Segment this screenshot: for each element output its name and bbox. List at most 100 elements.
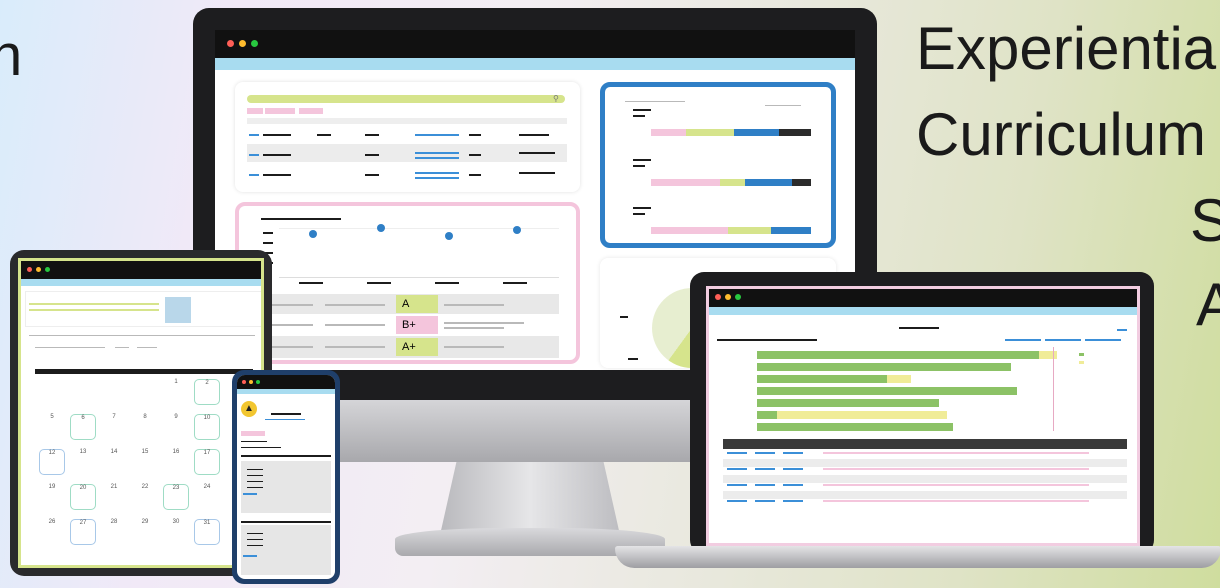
tag-chip[interactable] [241,431,265,436]
cell-line [325,324,385,326]
cell-link[interactable] [415,177,459,179]
table-header-row [247,118,567,124]
search-icon[interactable]: ⚲ [553,94,559,103]
cell-link[interactable] [755,452,775,454]
cell-link[interactable] [415,172,459,174]
calendar-day[interactable]: 1 [163,379,189,405]
chart-point[interactable] [309,230,317,238]
cell-link[interactable] [783,452,803,454]
table-row[interactable] [723,475,1127,483]
calendar-day[interactable]: 21 [101,484,127,510]
tab-link[interactable] [1117,329,1127,331]
chart-bar[interactable] [757,351,1039,359]
chart-bar[interactable] [757,375,887,383]
cell-link[interactable] [755,468,775,470]
window-maximize-dot[interactable] [256,380,260,384]
progress-panel [600,82,836,248]
cell-link[interactable] [727,500,747,502]
chart-bar[interactable] [757,387,1017,395]
cell-link[interactable] [727,468,747,470]
cell-line [444,327,504,329]
cell-link[interactable] [415,152,459,154]
card-link[interactable] [243,555,257,557]
window-maximize-dot[interactable] [45,267,50,272]
calendar-day[interactable]: 23 [163,484,189,510]
tab-link[interactable] [1045,339,1081,341]
cell-link[interactable] [755,484,775,486]
cell-link[interactable] [415,134,459,136]
cell-link[interactable] [783,484,803,486]
table-row[interactable] [723,491,1127,499]
search-bar[interactable] [247,95,565,103]
calendar-day[interactable]: 9 [163,414,189,440]
calendar-day[interactable]: 16 [163,449,189,475]
calendar-day[interactable]: 22 [132,484,158,510]
tab-link[interactable] [1005,339,1041,341]
chart-point[interactable] [445,232,453,240]
cell-line [444,322,524,324]
chart-bar[interactable] [757,423,953,431]
calendar-day[interactable]: 28 [101,519,127,545]
avatar[interactable] [165,297,191,323]
window-minimize-dot[interactable] [249,380,253,384]
chart-bar[interactable] [1039,351,1057,359]
cell-line [365,174,379,176]
calendar-day[interactable]: 24 [194,484,220,510]
calendar-day[interactable]: 5 [39,414,65,440]
calendar-day[interactable]: 26 [39,519,65,545]
table-row[interactable] [723,459,1127,467]
cell-link[interactable] [783,500,803,502]
cell-link[interactable] [727,484,747,486]
calendar-day[interactable]: 31 [194,519,220,545]
cell-link[interactable] [783,468,803,470]
window-close-dot[interactable] [27,267,32,272]
calendar-day[interactable]: 30 [163,519,189,545]
label-line [633,109,651,111]
window-close-dot[interactable] [242,380,246,384]
calendar-day[interactable]: 2 [194,379,220,405]
chart-bar[interactable] [757,399,939,407]
window-close-dot[interactable] [227,40,234,47]
calendar-day[interactable]: 27 [70,519,96,545]
card-link[interactable] [243,493,257,495]
calendar-day[interactable]: 15 [132,449,158,475]
window-minimize-dot[interactable] [239,40,246,47]
window-minimize-dot[interactable] [725,294,731,300]
filter-chip-1[interactable] [247,108,263,114]
calendar-day[interactable]: 12 [39,449,65,475]
calendar-day[interactable]: 20 [70,484,96,510]
window-minimize-dot[interactable] [36,267,41,272]
grade-cell: A+ [396,338,438,356]
calendar-day[interactable]: 8 [132,414,158,440]
chart-point[interactable] [513,226,521,234]
calendar-day[interactable]: 13 [70,449,96,475]
calendar-day[interactable]: 6 [70,414,96,440]
calendar-day[interactable]: 7 [101,414,127,440]
window-maximize-dot[interactable] [735,294,741,300]
cell-line [469,154,481,156]
label-line [247,533,263,534]
calendar-day[interactable]: 14 [101,449,127,475]
cell-link[interactable] [415,157,459,159]
window-maximize-dot[interactable] [251,40,258,47]
calendar-day[interactable]: 10 [194,414,220,440]
chart-bar[interactable] [757,411,777,419]
calendar-day[interactable]: 19 [39,484,65,510]
chart-bar[interactable] [757,363,1011,371]
chart-point[interactable] [377,224,385,232]
tab-link[interactable] [1085,339,1121,341]
cell-line [823,468,1089,470]
chart-bar[interactable] [887,375,911,383]
filter-chip-2[interactable] [265,108,295,114]
cell-link[interactable] [727,452,747,454]
window-close-dot[interactable] [715,294,721,300]
row-marker [249,174,259,176]
calendar-day[interactable]: 17 [194,449,220,475]
window-titlebar [21,261,261,279]
app-title-line [271,413,301,415]
chart-bar[interactable] [777,411,947,419]
progress-bar-2 [651,179,811,186]
calendar-day[interactable]: 29 [132,519,158,545]
filter-chip-3[interactable] [299,108,323,114]
cell-link[interactable] [755,500,775,502]
